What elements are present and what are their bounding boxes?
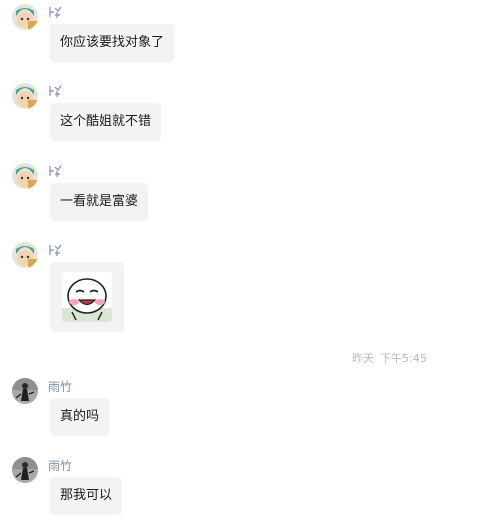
message-bubble[interactable]: 你应该要找对象了 [50,24,175,62]
sender-avatar[interactable] [12,4,38,30]
smirk-sticker[interactable] [62,272,112,322]
message-bubble[interactable]: 那我可以 [50,477,123,515]
message-bubble[interactable]: 一看就是富婆 [50,183,149,221]
message-bubble[interactable]: 真的吗 [50,398,110,436]
pinyin-name-icon [49,85,62,97]
sender-name [48,165,62,181]
sender-name [48,85,62,101]
timestamp-divider: 昨天 下午5:45 [352,350,427,366]
timestamp-time: 下午5:45 [380,352,427,365]
sender-avatar[interactable] [12,457,38,483]
sender-name [48,244,62,260]
sender-name: 雨竹 [48,380,73,394]
sticker-message-bubble[interactable] [50,262,124,332]
sender-name: 雨竹 [48,459,73,473]
sender-name [48,6,62,22]
pinyin-name-icon [49,165,62,177]
pinyin-name-icon [49,6,62,18]
pinyin-name-icon [49,244,62,256]
sender-avatar[interactable] [12,378,38,404]
message-bubble[interactable]: 这个酷姐就不错 [50,103,162,141]
sender-avatar[interactable] [12,242,38,268]
sender-avatar[interactable] [12,163,38,189]
timestamp-day: 昨天 [352,352,374,365]
sender-avatar[interactable] [12,83,38,109]
